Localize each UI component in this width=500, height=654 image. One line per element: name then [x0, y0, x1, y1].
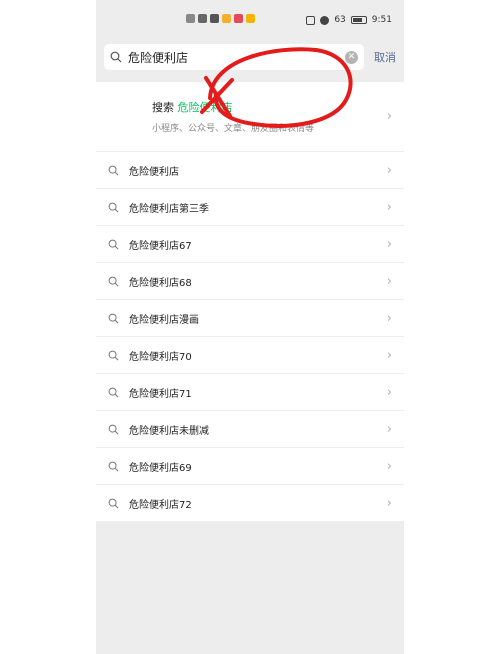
suggestion-label: 危险便利店69 — [129, 462, 192, 474]
search-all-text: 搜索 危险便利店 小程序、公众号、文章、朋友圈和表情等 — [152, 99, 387, 134]
chevron-right-icon: › — [386, 236, 392, 252]
suggestion-label: 危险便利店 — [129, 166, 179, 178]
search-bar: ✕ 取消 — [96, 40, 404, 74]
nfc-icon — [306, 15, 316, 25]
suggestion-label: 危险便利店71 — [129, 388, 192, 400]
chevron-right-icon: › — [386, 421, 392, 437]
vibrate-icon — [320, 15, 330, 25]
app-notification-icon — [234, 14, 243, 23]
search-all-prefix: 搜索 — [152, 101, 178, 114]
app-notification-icon — [222, 14, 231, 23]
search-box[interactable]: ✕ — [104, 44, 364, 70]
search-icon — [108, 276, 119, 286]
suggestion-label: 危险便利店67 — [129, 240, 192, 252]
battery-icon — [350, 16, 367, 24]
chevron-right-icon: › — [386, 162, 392, 178]
wifi-icon — [210, 14, 219, 23]
signal-icon — [198, 14, 207, 23]
search-input[interactable] — [122, 50, 345, 64]
suggestion-item[interactable]: 危险便利店67 › — [96, 226, 404, 263]
suggestion-item[interactable]: 危险便利店 › — [96, 152, 404, 189]
chevron-right-icon: › — [386, 347, 392, 363]
search-icon — [110, 51, 122, 63]
chevron-right-icon: › — [386, 384, 392, 400]
search-icon — [108, 498, 119, 508]
search-all-title: 搜索 危险便利店 — [152, 99, 387, 115]
search-icon — [108, 165, 119, 175]
status-icons-right: 63 9:51 — [306, 15, 392, 25]
suggestion-item[interactable]: 危险便利店69 › — [96, 448, 404, 485]
suggestion-label: 危险便利店68 — [129, 277, 192, 289]
battery-percent: 63 — [334, 15, 346, 25]
suggestion-item[interactable]: 危险便利店第三季 › — [96, 189, 404, 226]
chevron-right-icon: › — [386, 273, 392, 289]
search-icon — [108, 313, 119, 323]
search-icon — [108, 202, 119, 212]
suggestion-label: 危险便利店72 — [129, 499, 192, 511]
chevron-right-icon: › — [386, 458, 392, 474]
search-all-keyword: 危险便利店 — [177, 101, 233, 114]
chevron-right-icon: › — [386, 495, 392, 511]
chevron-right-icon: › — [386, 199, 392, 215]
suggestion-item[interactable]: 危险便利店71 › — [96, 374, 404, 411]
suggestion-label: 危险便利店漫画 — [129, 314, 199, 326]
suggestion-label: 危险便利店未删减 — [129, 425, 209, 437]
search-icon — [108, 350, 119, 360]
search-all-row[interactable]: 搜索 危险便利店 小程序、公众号、文章、朋友圈和表情等 › — [96, 82, 404, 152]
clock: 9:51 — [371, 15, 392, 25]
hd-icon — [186, 14, 195, 23]
suggestion-list: 危险便利店 › 危险便利店第三季 › 危险便利店67 › 危险便利店68 › 危险便利店漫画 › 危… — [96, 152, 404, 522]
search-all-subtitle: 小程序、公众号、文章、朋友圈和表情等 — [152, 124, 315, 134]
cancel-button[interactable]: 取消 — [374, 49, 396, 65]
phone-screen: 63 9:51 ✕ 取消 搜索 危险便利店 小程序、公众号、文章、朋友圈和表情等… — [96, 0, 404, 654]
clear-icon[interactable]: ✕ — [345, 50, 358, 64]
search-icon — [108, 239, 119, 249]
status-bar: 63 9:51 — [96, 0, 404, 40]
suggestion-item[interactable]: 危险便利店72 › — [96, 485, 404, 522]
chevron-right-icon: › — [386, 109, 392, 124]
chevron-right-icon: › — [386, 310, 392, 326]
suggestion-label: 危险便利店70 — [129, 351, 192, 363]
results-panel: 搜索 危险便利店 小程序、公众号、文章、朋友圈和表情等 › 危险便利店 › 危险便利… — [96, 82, 404, 522]
suggestion-item[interactable]: 危险便利店未删减 › — [96, 411, 404, 448]
suggestion-label: 危险便利店第三季 — [129, 203, 209, 215]
suggestion-item[interactable]: 危险便利店70 › — [96, 337, 404, 374]
suggestion-item[interactable]: 危险便利店68 › — [96, 263, 404, 300]
search-icon — [108, 424, 119, 434]
app-notification-icon — [246, 14, 255, 23]
status-icons-left — [186, 14, 255, 23]
search-icon — [108, 461, 119, 471]
search-icon — [108, 387, 119, 397]
suggestion-item[interactable]: 危险便利店漫画 › — [96, 300, 404, 337]
